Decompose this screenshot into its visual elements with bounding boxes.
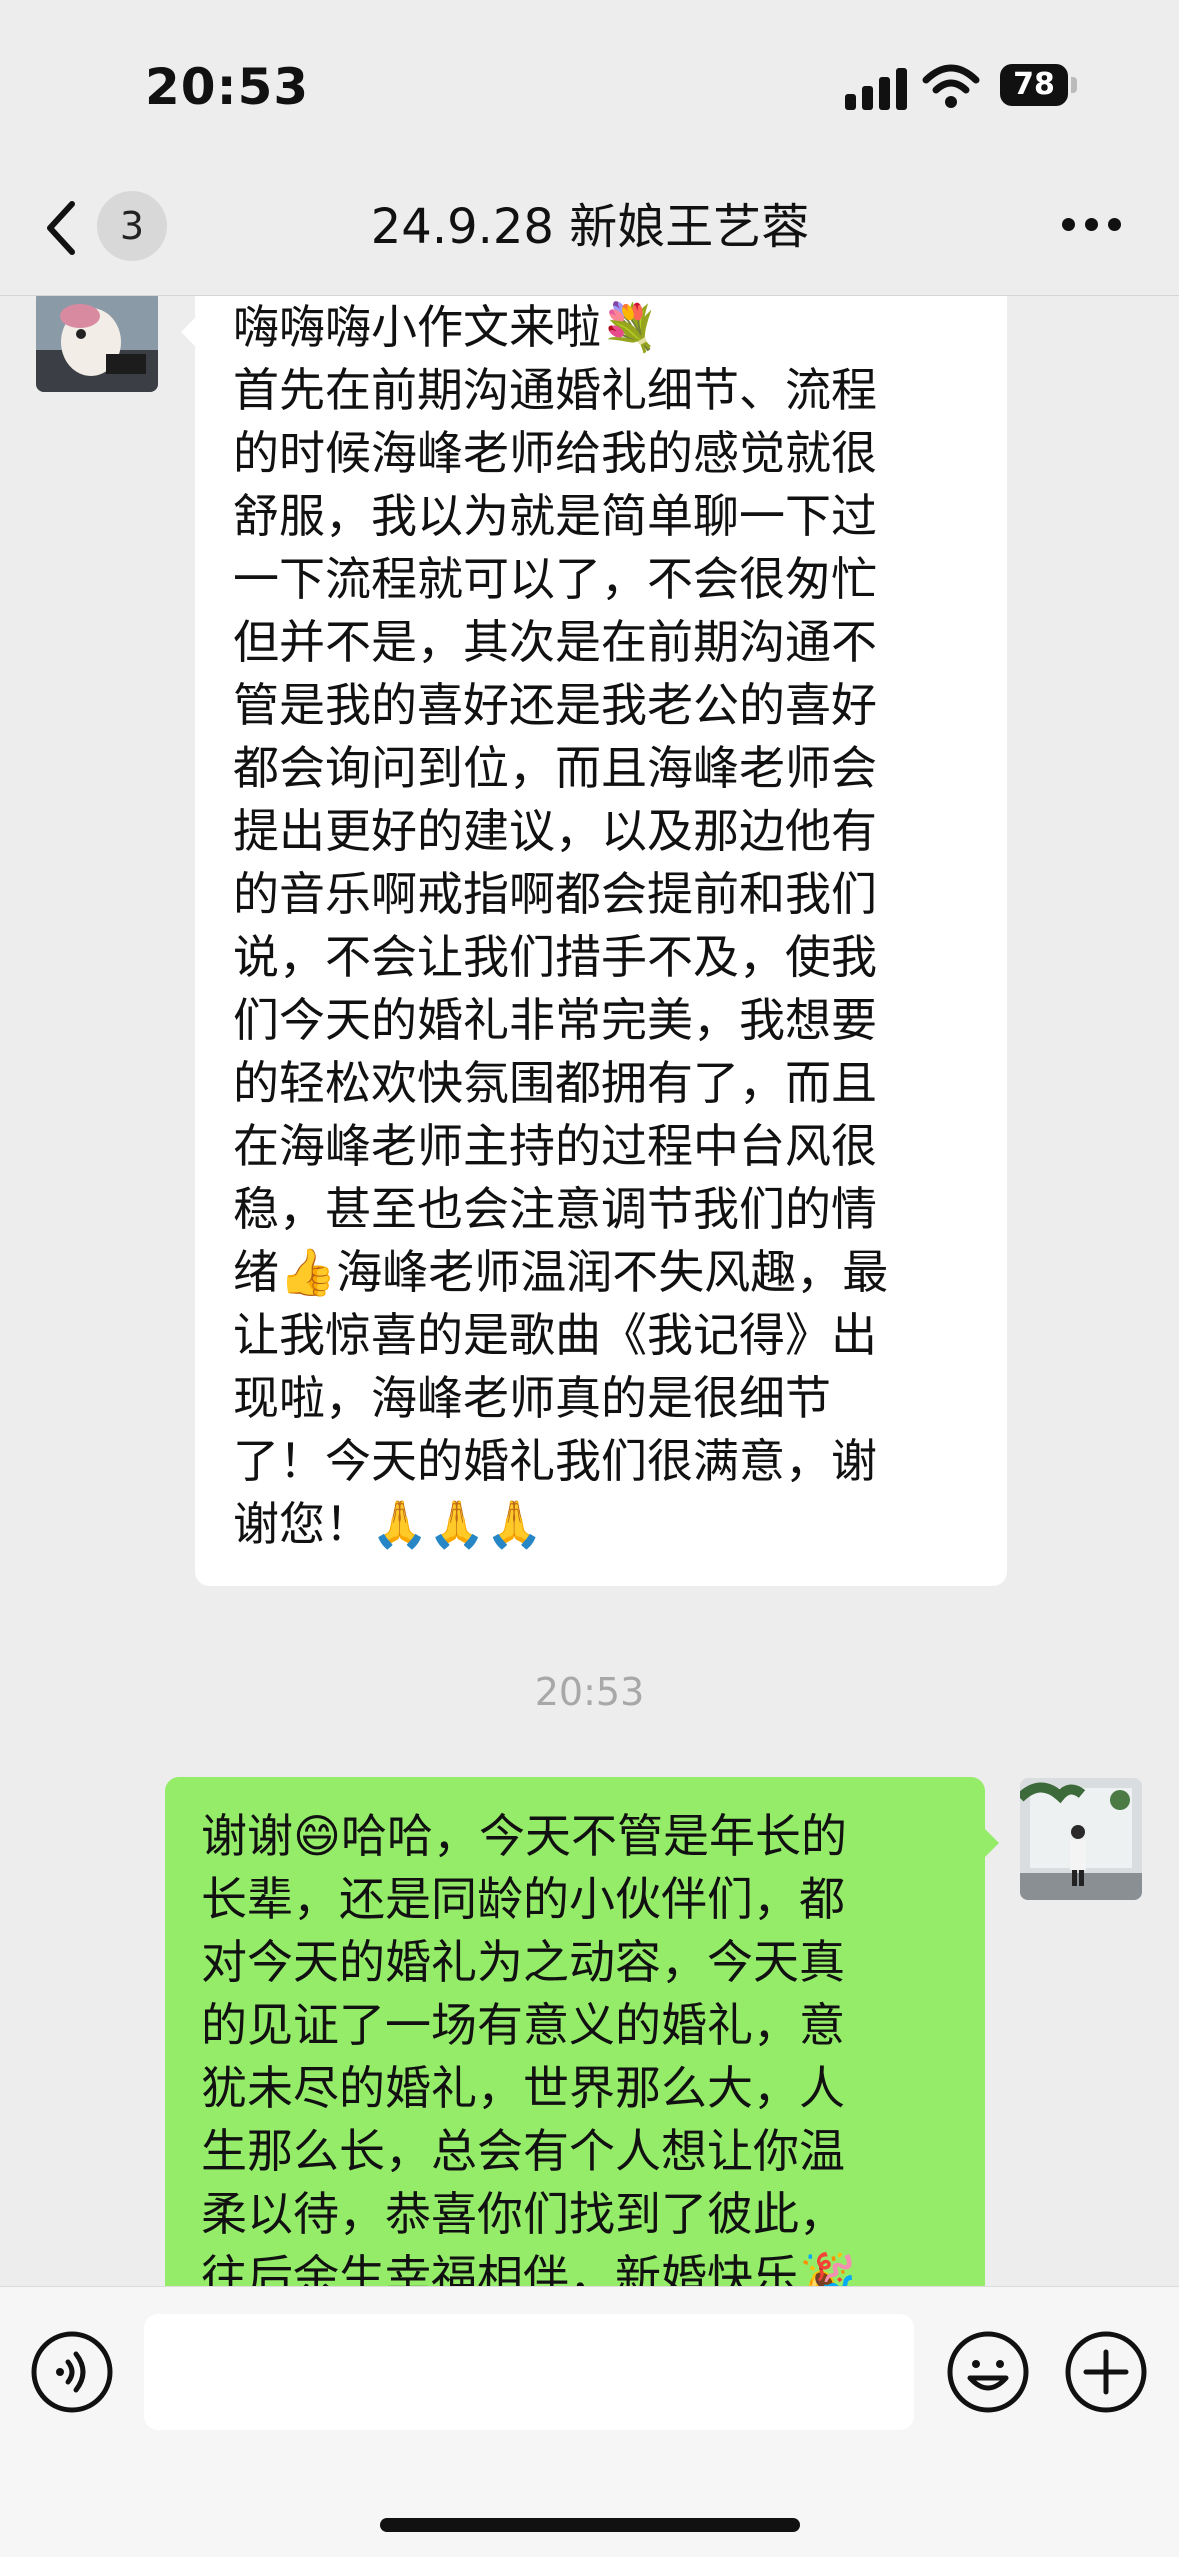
incoming-line: 都会询问到位，而且海峰老师会 — [233, 741, 877, 795]
outgoing-line: 的见证了一场有意义的婚礼，意 — [201, 1998, 845, 2052]
status-time: 20:53 — [145, 58, 310, 116]
outgoing-line: 往后余生幸福相伴，新婚快乐🎉 — [201, 2250, 857, 2286]
unread-count-badge[interactable]: 3 — [97, 191, 167, 261]
contact-avatar[interactable] — [36, 296, 158, 392]
message-input[interactable] — [144, 2314, 914, 2430]
chat-messages[interactable]: 嗨嗨嗨小作文来啦💐 首先在前期沟通婚礼细节、流程 的时候海峰老师给我的感觉就很 舒服，… — [0, 296, 1179, 2286]
message-timestamp: 20:53 — [534, 1670, 645, 1714]
incoming-line: 现啦，海峰老师真的是很细节 — [233, 1371, 831, 1425]
incoming-line: 在海峰老师主持的过程中台风很 — [233, 1119, 877, 1173]
signal-icon — [845, 66, 907, 110]
incoming-line: 一下流程就可以了，不会很匆忙 — [233, 552, 877, 606]
outgoing-line: 犹未尽的婚礼，世界那么大，人 — [201, 2061, 845, 2115]
incoming-line: 但并不是，其次是在前期沟通不 — [233, 615, 877, 669]
incoming-line: 稳，甚至也会注意调节我们的情 — [233, 1182, 877, 1236]
back-icon[interactable] — [40, 200, 84, 256]
incoming-line: 的音乐啊戒指啊都会提前和我们 — [233, 867, 877, 921]
incoming-line: 了！今天的婚礼我们很满意，谢 — [233, 1434, 877, 1488]
battery-tip — [1071, 77, 1077, 93]
incoming-line: 提出更好的建议，以及那边他有 — [233, 804, 877, 858]
status-bar: 20:53 78 — [0, 0, 1179, 170]
incoming-line: 管是我的喜好还是我老公的喜好 — [233, 678, 877, 732]
incoming-line: 舒服，我以为就是简单聊一下过 — [233, 489, 877, 543]
battery-icon: 78 — [1000, 64, 1068, 106]
outgoing-line: 柔以待，恭喜你们找到了彼此， — [201, 2187, 845, 2241]
incoming-line: 绪👍海峰老师温润不失风趣，最 — [233, 1245, 889, 1299]
incoming-line: 说，不会让我们措手不及，使我 — [233, 930, 877, 984]
incoming-line: 嗨嗨嗨小作文来啦💐 — [233, 300, 659, 354]
incoming-line: 的时候海峰老师给我的感觉就很 — [233, 426, 877, 480]
outgoing-line: 生那么长，总会有个人想让你温 — [201, 2124, 845, 2178]
incoming-line: 们今天的婚礼非常完美，我想要 — [233, 993, 877, 1047]
plus-icon[interactable] — [1064, 2330, 1148, 2414]
outgoing-message-bubble[interactable]: 谢谢😄哈哈，今天不管是年长的 长辈，还是同龄的小伙伴们，都 对今天的婚礼为之动容，今… — [165, 1777, 999, 2286]
more-icon[interactable] — [1062, 218, 1122, 234]
incoming-line: 首先在前期沟通婚礼细节、流程 — [233, 363, 877, 417]
voice-icon[interactable] — [30, 2330, 114, 2414]
incoming-message-bubble[interactable]: 嗨嗨嗨小作文来啦💐 首先在前期沟通婚礼细节、流程 的时候海峰老师给我的感觉就很 舒服，… — [181, 296, 1007, 1586]
incoming-line: 的轻松欢快氛围都拥有了，而且 — [233, 1056, 877, 1110]
outgoing-line: 长辈，还是同龄的小伙伴们，都 — [201, 1872, 845, 1926]
emoji-icon[interactable] — [946, 2330, 1030, 2414]
wifi-icon — [922, 64, 980, 108]
user-avatar[interactable] — [1020, 1778, 1142, 1900]
chat-title: 24.9.28 新娘王艺蓉 — [370, 199, 810, 255]
home-indicator — [380, 2518, 800, 2532]
outgoing-line: 谢谢😄哈哈，今天不管是年长的 — [201, 1809, 847, 1863]
incoming-line: 让我惊喜的是歌曲《我记得》出 — [233, 1308, 877, 1362]
outgoing-line: 对今天的婚礼为之动容，今天真 — [201, 1935, 845, 1989]
incoming-line: 谢您！🙏🙏🙏 — [233, 1497, 543, 1551]
